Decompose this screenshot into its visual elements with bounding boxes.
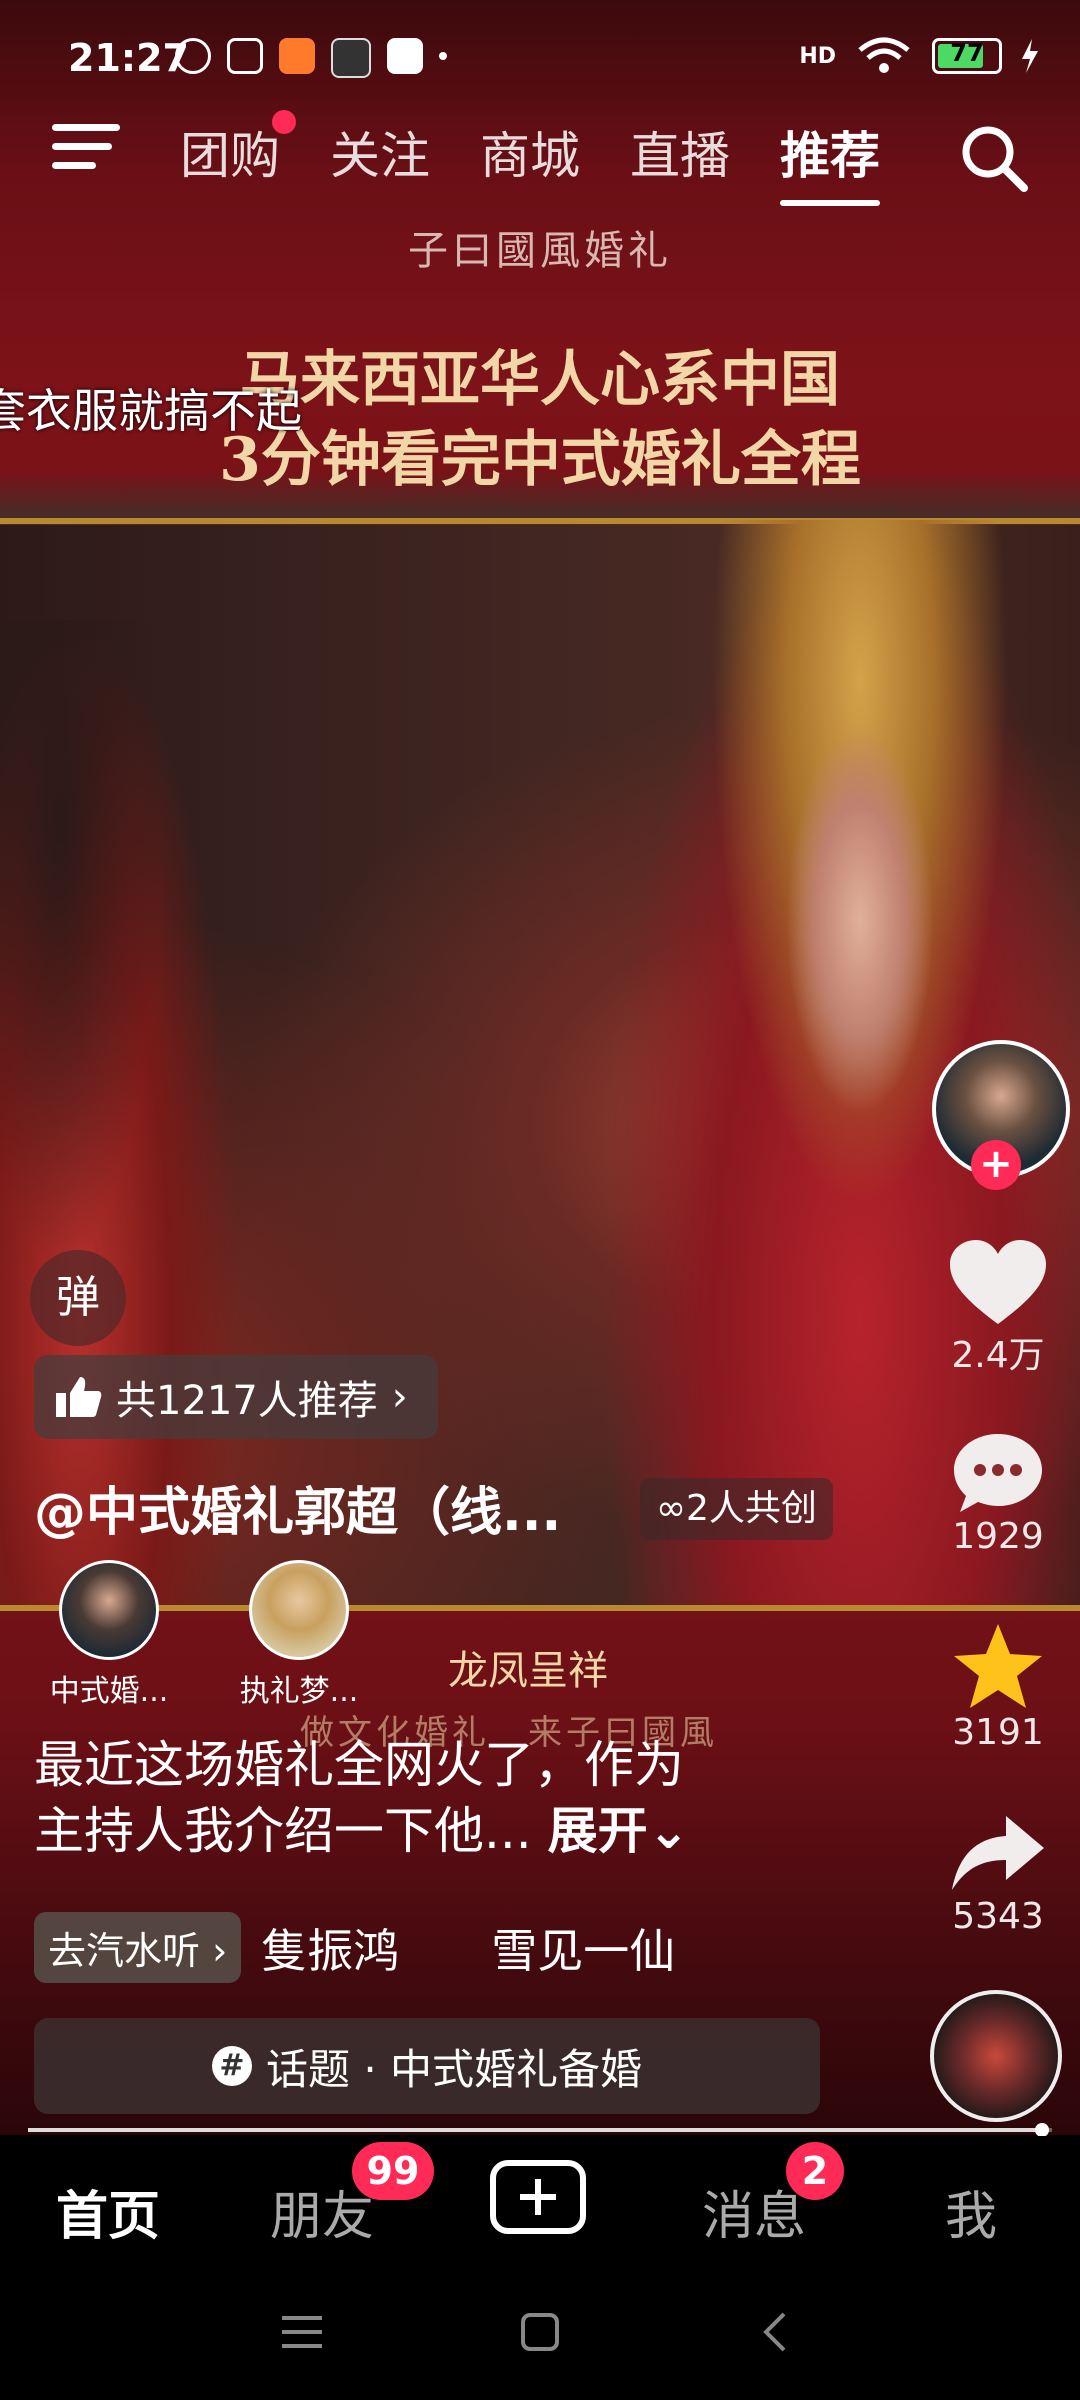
comment-button[interactable]: 1929 [928,1430,1068,1557]
tab-group-buy[interactable]: 团购 [180,110,296,188]
wifi-icon [858,37,910,73]
co-creator-name: 执礼梦... [239,1674,359,1709]
hashtag-icon: # [211,2046,252,2086]
recent-apps-icon[interactable] [282,2314,322,2350]
hd-signal-icon: HD [799,43,836,69]
progress-knob[interactable] [1034,2123,1049,2137]
avatar [249,1560,349,1660]
co-creator-name: 中式婚... [49,1674,169,1709]
chevron-down-icon: ⌄ [647,1802,690,1860]
tab-label: 关注 [330,127,430,185]
favorite-count: 3191 [952,1712,1044,1753]
video-progress-bar[interactable] [28,2123,1052,2137]
caption-line2: 主持人我介绍一下他... [34,1802,532,1860]
share-icon [952,1816,1044,1890]
system-nav-bar [0,2270,1080,2400]
cocreate-badge[interactable]: ∞2人共创 [640,1478,833,1540]
messages-badge: 2 [786,2142,844,2200]
video-caption: 最近这场婚礼全网火了，作为 主持人我介绍一下他... 展开⌄ [34,1732,794,1864]
tab-following[interactable]: 关注 [330,116,430,188]
favorite-button[interactable]: 3191 [928,1622,1068,1753]
tab-label: 推荐 [780,127,880,185]
star-icon [954,1624,1042,1708]
like-count: 2.4万 [951,1335,1045,1376]
nfc-icon [227,38,263,74]
battery-icon: 77 [932,38,1002,74]
tab-recommend[interactable]: 推荐 [780,116,880,206]
listen-label: 去汽水听 [48,1929,201,1973]
topic-bar[interactable]: # 话题 · 中式婚礼备婚 [34,2018,820,2114]
clock: 21:27 [68,36,189,80]
search-icon[interactable] [958,122,1030,194]
notification-icons [175,38,447,78]
nav-home[interactable]: 首页 [56,2174,160,2249]
app-icon [331,38,371,78]
link-icon: ∞ [656,1488,686,1529]
comment-icon [954,1434,1042,1512]
play-store-icon [387,38,423,74]
follow-button[interactable]: + [971,1140,1021,1190]
shop-app-icon [279,38,315,74]
heart-icon [950,1240,1046,1324]
friends-badge: 99 [352,2142,434,2200]
co-creator-item[interactable]: 执礼梦... [224,1560,374,1710]
thumbs-up-icon [56,1377,102,1417]
cocreate-text: 2人共创 [686,1488,817,1529]
caption-line1: 最近这场婚礼全网火了，作为 [34,1736,684,1794]
expand-button[interactable]: 展开⌄ [548,1802,690,1860]
tab-live[interactable]: 直播 [630,116,730,188]
menu-icon[interactable] [52,124,120,184]
create-plus-button[interactable] [490,2160,586,2234]
recommend-text: 共1217人推荐 [116,1378,378,1424]
groom-figure [0,620,240,1605]
tab-mall[interactable]: 商城 [480,116,580,188]
notification-dot [272,110,296,134]
charging-icon [1022,39,1038,73]
back-icon[interactable] [760,2312,790,2352]
listen-in-app-pill[interactable]: 去汽水听 › [34,1912,242,1983]
chevron-right-icon: › [391,1374,408,1420]
brand-watermark: 子曰國風婚礼 [408,228,672,274]
music-marquee: 隻振鸿 雪见一仙 [261,1923,676,1978]
battery-text: 77 [950,39,984,67]
like-button[interactable]: 2.4万 [928,1240,1068,1378]
danmaku-comment: 套衣服就搞不起 [0,384,302,438]
status-right: HD 77 [799,36,1040,76]
tab-label: 直播 [630,127,730,185]
danmu-toggle-button[interactable]: 弹 [30,1250,126,1346]
share-count: 5343 [952,1896,1044,1937]
home-system-icon[interactable] [520,2312,560,2352]
share-button[interactable]: 5343 [928,1810,1068,1937]
seal-text: 龙凤呈祥 [448,1648,608,1694]
author-name[interactable]: @中式婚礼郭超（线... [34,1470,561,1545]
nav-me[interactable]: 我 [945,2174,997,2249]
more-dot-icon [439,52,447,60]
music-disc[interactable] [930,1990,1062,2122]
topic-text: 话题 · 中式婚礼备婚 [265,2044,643,2094]
expand-label: 展开 [547,1802,648,1860]
tab-label: 团购 [180,127,280,185]
co-creator-item[interactable]: 中式婚... [34,1560,184,1710]
tab-label: 商城 [480,127,580,185]
comment-count: 1929 [952,1516,1044,1557]
tab-bar: 团购 关注 商城 直播 推荐 [180,110,880,206]
alarm-icon [175,38,211,74]
top-nav: 团购 关注 商城 直播 推荐 [0,110,1080,210]
progress-fill [28,2128,1042,2132]
music-row[interactable]: 去汽水听 › 隻振鸿 雪见一仙 [34,1912,675,1983]
status-bar: 21:27 HD 77 [0,30,1080,90]
avatar [59,1560,159,1660]
bottom-nav: 首页 朋友 99 消息 2 我 [0,2136,1080,2270]
recommend-pill[interactable]: 共1217人推荐 › [34,1355,438,1439]
co-creators: 中式婚... 执礼梦... [34,1560,374,1710]
